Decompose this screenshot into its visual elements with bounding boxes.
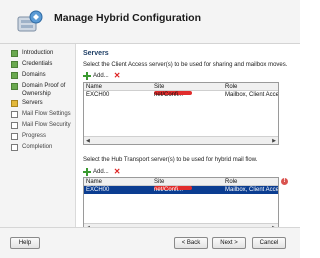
- add-hub-button[interactable]: Add...: [83, 168, 109, 176]
- nav-step-credentials: Credentials: [11, 61, 78, 69]
- step-current-icon: [11, 100, 18, 107]
- hub-toolbar: Add... ✕: [83, 168, 120, 176]
- cas-server-list[interactable]: Name Site Role EXCH00 net/Confi... Mailb…: [83, 82, 279, 145]
- column-site[interactable]: Site: [154, 178, 164, 186]
- nav-step-domains: Domains: [11, 72, 78, 80]
- step-pending-icon: [11, 111, 18, 118]
- cas-toolbar: Add... ✕: [83, 72, 120, 80]
- wizard-steps-nav: Introduction Credentials Domains Domain …: [0, 44, 76, 227]
- step-complete-icon: [11, 72, 18, 79]
- nav-step-label: Progress: [22, 133, 47, 139]
- page-title: Manage Hybrid Configuration: [54, 12, 201, 24]
- step-pending-icon: [11, 122, 18, 129]
- section-title: Servers: [83, 50, 109, 57]
- nav-step-servers: Servers: [11, 100, 78, 108]
- servers-page: Servers Select the Client Access server(…: [77, 44, 300, 232]
- cas-description: Select the Client Access server(s) to be…: [83, 62, 288, 68]
- table-row[interactable]: EXCH00 net/Confi... Mailbox, Client Acce…: [84, 91, 278, 99]
- nav-step-introduction: Introduction: [11, 50, 78, 58]
- cancel-button[interactable]: Cancel: [252, 237, 286, 249]
- plus-icon: [83, 168, 91, 176]
- nav-step-label: Introduction: [22, 50, 54, 56]
- column-header: Name Site Role: [84, 178, 278, 186]
- nav-step-label: Mail Flow Settings: [22, 111, 71, 117]
- step-pending-icon: [11, 133, 18, 140]
- nav-step-mail-flow-settings: Mail Flow Settings: [11, 111, 78, 119]
- nav-step-mail-flow-security: Mail Flow Security: [11, 122, 78, 130]
- column-header: Name Site Role: [84, 83, 278, 91]
- server-role: Mailbox, Client Access, Hu: [225, 92, 279, 98]
- help-button[interactable]: Help: [10, 237, 40, 249]
- wizard-header: Manage Hybrid Configuration: [0, 0, 300, 44]
- column-role[interactable]: Role: [225, 83, 237, 91]
- hub-server-list[interactable]: Name Site Role EXCH00 net/Confi... Mailb…: [83, 177, 279, 232]
- site-suffix: net/Confi...: [154, 187, 184, 193]
- horizontal-scrollbar[interactable]: ◀ ▶: [84, 136, 278, 144]
- nav-step-label: Completion: [22, 144, 53, 150]
- step-complete-icon: [11, 83, 18, 90]
- column-name[interactable]: Name: [86, 83, 102, 91]
- nav-step-label: Domain Proof of Ownership: [22, 83, 66, 97]
- plus-icon: [83, 72, 91, 80]
- nav-step-label: Servers: [22, 100, 43, 106]
- exchange-wizard-icon: [17, 10, 43, 32]
- server-name: EXCH00: [86, 187, 110, 193]
- nav-step-label: Mail Flow Security: [22, 122, 71, 128]
- nav-step-domain-proof: Domain Proof of Ownership: [11, 83, 78, 98]
- step-complete-icon: [11, 61, 18, 68]
- server-role: Mailbox, Client Access, Hu: [225, 187, 279, 193]
- column-site[interactable]: Site: [154, 83, 164, 91]
- add-cas-button[interactable]: Add...: [83, 72, 109, 80]
- server-name: EXCH00: [86, 92, 110, 98]
- add-label: Add...: [93, 73, 109, 79]
- scroll-left-icon[interactable]: ◀: [86, 138, 90, 144]
- scroll-right-icon[interactable]: ▶: [272, 138, 276, 144]
- nav-step-completion: Completion: [11, 144, 78, 152]
- remove-icon[interactable]: ✕: [114, 168, 121, 176]
- column-name[interactable]: Name: [86, 178, 102, 186]
- nav-step-progress: Progress: [11, 133, 78, 141]
- column-role[interactable]: Role: [225, 178, 237, 186]
- remove-icon[interactable]: ✕: [114, 72, 121, 80]
- nav-step-label: Domains: [22, 72, 46, 78]
- add-label: Add...: [93, 169, 109, 175]
- hub-description: Select the Hub Transport server(s) to be…: [83, 157, 258, 163]
- step-complete-icon: [11, 50, 18, 57]
- step-pending-icon: [11, 144, 18, 151]
- nav-step-label: Credentials: [22, 61, 53, 67]
- table-row-selected[interactable]: EXCH00 net/Confi... Mailbox, Client Acce…: [84, 186, 278, 194]
- back-button[interactable]: < Back: [174, 237, 208, 249]
- wizard-footer: Help < Back Next > Cancel: [0, 227, 300, 258]
- site-suffix: net/Confi...: [154, 92, 184, 98]
- error-icon[interactable]: !: [281, 178, 288, 185]
- next-button[interactable]: Next >: [212, 237, 246, 249]
